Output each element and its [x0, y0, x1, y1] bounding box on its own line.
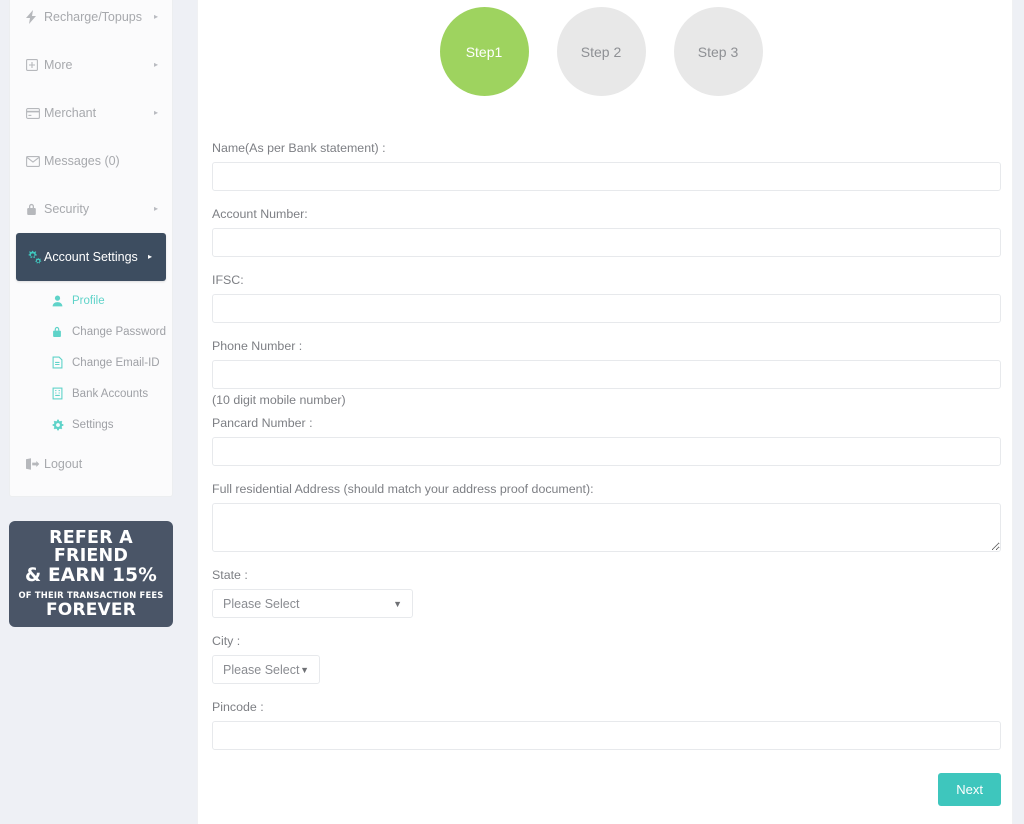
sidebar-item-label: More [44, 58, 73, 72]
sidebar-item-recharge-topups[interactable]: Recharge/Topups ▸ [10, 0, 172, 41]
step-1-label: Step1 [465, 43, 503, 60]
sidebar-item-messages[interactable]: Messages (0) [10, 137, 172, 185]
chevron-down-icon: ▼ [393, 598, 402, 609]
sidebar-item-logout[interactable]: Logout [10, 442, 172, 486]
lock-icon [26, 203, 44, 216]
plus-square-icon [26, 59, 44, 71]
credit-card-icon [26, 107, 44, 119]
account-number-input[interactable] [212, 228, 1001, 257]
submenu-item-label: Bank Accounts [72, 387, 149, 400]
field-group-pincode: Pincode : [212, 700, 1001, 750]
chevron-down-icon: ▼ [300, 664, 309, 675]
submenu-item-profile[interactable]: Profile [10, 285, 172, 316]
ifsc-label: IFSC: [212, 273, 244, 287]
field-group-city: City : Please Select ▼ [212, 634, 998, 684]
address-textarea[interactable] [212, 503, 1001, 552]
name-input[interactable] [212, 162, 1001, 191]
chevron-right-icon: ▸ [153, 108, 158, 117]
main-content: Step1 Step 2 Step 3 Name(As per Bank sta… [197, 0, 1013, 824]
city-select[interactable]: Please Select ▼ [212, 655, 320, 684]
lock-icon [52, 326, 72, 338]
step-indicator: Step1 Step 2 Step 3 [198, 0, 1012, 96]
phone-number-input[interactable] [212, 360, 1001, 389]
submenu-item-bank-accounts[interactable]: Bank Accounts [10, 378, 172, 409]
gear-icon [52, 419, 72, 431]
state-label: State : [212, 568, 248, 582]
field-group-account-number: Account Number: [212, 207, 1001, 257]
bank-account-form: Name(As per Bank statement) : Account Nu… [198, 96, 1012, 750]
step-3-circle[interactable]: Step 3 [673, 7, 763, 96]
sign-out-icon [26, 458, 44, 470]
file-text-icon [52, 356, 72, 369]
refer-a-friend-banner[interactable]: REFER A FRIEND & EARN 15% OF THEIR TRANS… [9, 521, 173, 627]
phone-number-label: Phone Number : [212, 339, 303, 353]
cogs-icon [26, 250, 44, 264]
field-group-phone: Phone Number : (10 digit mobile number) [212, 339, 1001, 407]
step-3-label: Step 3 [697, 43, 739, 60]
ifsc-input[interactable] [212, 294, 1001, 323]
pancard-number-input[interactable] [212, 437, 1001, 466]
account-number-label: Account Number: [212, 207, 308, 221]
address-label: Full residential Address (should match y… [212, 482, 594, 496]
sidebar-item-label: Recharge/Topups [44, 10, 142, 24]
refer-banner-line2: & EARN 15% [25, 565, 157, 587]
step-2-label: Step 2 [580, 43, 622, 60]
phone-number-hint: (10 digit mobile number) [212, 393, 346, 407]
refer-banner-line3: OF THEIR TRANSACTION FEES [18, 589, 164, 600]
step-1-circle[interactable]: Step1 [439, 7, 529, 96]
sidebar-item-label: Account Settings [44, 250, 138, 264]
form-actions: Next [198, 766, 1015, 806]
submenu-item-label: Profile [72, 294, 105, 307]
pincode-input[interactable] [212, 721, 1001, 750]
account-settings-submenu: Profile Change Password Change Email-ID … [10, 281, 172, 442]
bolt-icon [26, 10, 44, 24]
next-button[interactable]: Next [938, 773, 1001, 806]
submenu-item-label: Change Password [72, 325, 166, 338]
sidebar-item-merchant[interactable]: Merchant ▸ [10, 89, 172, 137]
chevron-right-icon: ▸ [153, 204, 158, 213]
field-group-pancard: Pancard Number : [212, 416, 1001, 466]
submenu-item-label: Change Email-ID [72, 356, 160, 369]
name-label: Name(As per Bank statement) : [212, 141, 386, 155]
page-root: Recharge/Topups ▸ More ▸ Merchant ▸ Mess… [0, 0, 1024, 824]
sidebar-item-label: Merchant [44, 106, 97, 120]
submenu-item-label: Settings [72, 418, 114, 431]
sidebar-item-label: Security [44, 202, 90, 216]
sidebar: Recharge/Topups ▸ More ▸ Merchant ▸ Mess… [9, 0, 173, 497]
envelope-icon [26, 155, 44, 167]
field-group-ifsc: IFSC: [212, 273, 1001, 323]
state-select-value: Please Select [223, 596, 300, 611]
city-select-value: Please Select [223, 662, 300, 677]
pincode-label: Pincode : [212, 700, 264, 714]
sidebar-item-more[interactable]: More ▸ [10, 41, 172, 89]
refer-banner-line1: REFER A FRIEND [49, 527, 133, 566]
chevron-right-icon: ▸ [153, 60, 158, 69]
chevron-right-icon: ▸ [147, 252, 152, 261]
step-2-circle[interactable]: Step 2 [556, 7, 646, 96]
logout-label: Logout [44, 457, 83, 471]
submenu-item-settings[interactable]: Settings [10, 409, 172, 440]
city-label: City : [212, 634, 241, 648]
building-icon [52, 387, 72, 400]
submenu-item-change-email-id[interactable]: Change Email-ID [10, 347, 172, 378]
pancard-number-label: Pancard Number : [212, 416, 313, 430]
submenu-item-change-password[interactable]: Change Password [10, 316, 172, 347]
state-select[interactable]: Please Select ▼ [212, 589, 413, 618]
chevron-right-icon: ▸ [153, 12, 158, 21]
field-group-state: State : Please Select ▼ [212, 568, 998, 618]
user-icon [52, 295, 72, 307]
sidebar-item-account-settings[interactable]: Account Settings ▸ [16, 233, 166, 281]
sidebar-item-security[interactable]: Security ▸ [10, 185, 172, 233]
field-group-name: Name(As per Bank statement) : [212, 141, 1001, 191]
refer-banner-line4: FOREVER [45, 599, 137, 620]
field-group-address: Full residential Address (should match y… [212, 482, 1001, 552]
sidebar-item-label: Messages (0) [44, 154, 120, 168]
